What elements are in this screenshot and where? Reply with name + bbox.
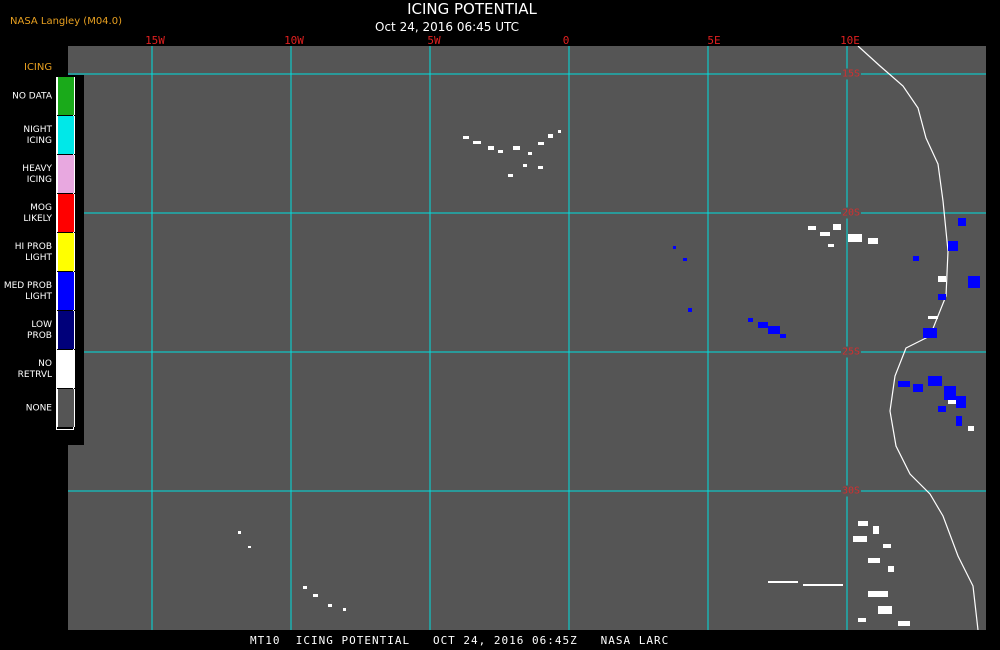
lat-label-30s: 30S	[840, 485, 862, 497]
lat-label-15s: 15S	[840, 68, 862, 80]
legend-label: NO DATA	[12, 91, 52, 101]
legend-item-none: NONE	[0, 389, 76, 428]
legend-swatch	[57, 194, 75, 232]
legend-item-hi-prob-light: HI PROB LIGHT	[0, 233, 76, 272]
legend-swatch	[57, 350, 75, 388]
legend-label: LOW PROB	[27, 319, 52, 341]
legend-item-night-icing: NIGHT ICING	[0, 116, 76, 155]
legend-label: MOG LIKELY	[23, 202, 52, 224]
legend-label: NIGHT ICING	[23, 124, 52, 146]
legend-label: NO RETRVL	[17, 358, 52, 380]
map-title: ICING POTENTIAL	[407, 0, 537, 18]
legend-swatch	[57, 116, 75, 154]
legend-item-no-data: NO DATA	[0, 77, 76, 116]
legend-swatch	[57, 155, 75, 193]
lat-label-25s: 25S	[840, 346, 862, 358]
legend-swatch	[57, 389, 75, 427]
legend-swatch	[57, 233, 75, 271]
lat-label-20s: 20S	[840, 207, 862, 219]
coastline	[857, 46, 979, 630]
no-retrieval-patches	[238, 130, 974, 626]
credit-label: NASA Langley (M04.0)	[10, 16, 122, 27]
footer-caption: MT10 ICING POTENTIAL OCT 24, 2016 06:45Z…	[250, 634, 670, 647]
legend-swatch	[57, 272, 75, 310]
legend-item-low-prob: LOW PROB	[0, 311, 76, 350]
legend-item-heavy-icing: HEAVY ICING	[0, 155, 76, 194]
legend-item-mog-likely: MOG LIKELY	[0, 194, 76, 233]
status-footer: MT10 ICING POTENTIAL OCT 24, 2016 06:45Z…	[0, 630, 1000, 650]
legend-label: HEAVY ICING	[22, 163, 52, 185]
legend-item-no-retrieval: NO RETRVL	[0, 350, 76, 389]
map-timestamp: Oct 24, 2016 06:45 UTC	[375, 20, 519, 34]
legend-swatch	[57, 311, 75, 349]
satellite-map[interactable]	[68, 46, 986, 630]
med-prob-light-patches	[673, 218, 980, 426]
legend-item-med-prob-light: MED PROB LIGHT	[0, 272, 76, 311]
legend-label: MED PROB LIGHT	[3, 280, 52, 302]
map-canvas	[68, 46, 986, 630]
legend-label: NONE	[25, 403, 52, 413]
legend-title: ICING	[24, 62, 53, 73]
graticule	[68, 46, 986, 630]
legend-label: HI PROB LIGHT	[14, 241, 52, 263]
legend-swatch	[57, 77, 75, 115]
